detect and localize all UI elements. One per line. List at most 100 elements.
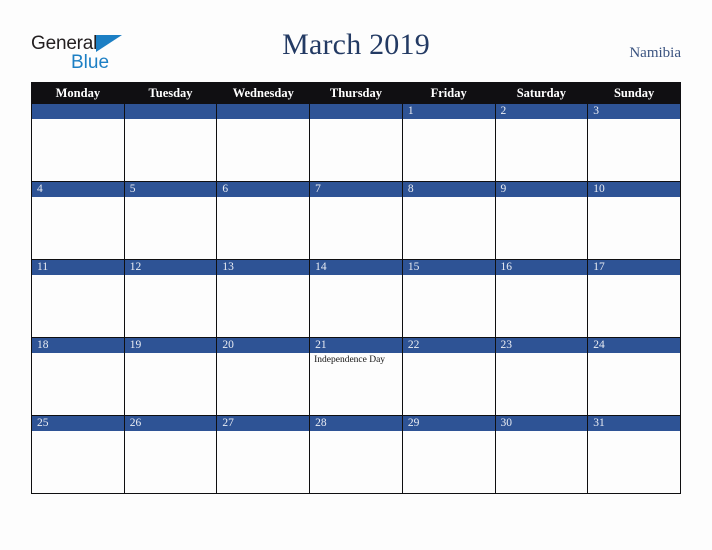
weekday-header-monday: Monday (31, 82, 125, 104)
day-number: 28 (310, 416, 402, 431)
day-cell-content: 20 (217, 338, 310, 415)
day-number: 16 (495, 260, 588, 275)
day-cell-content: 11 (32, 260, 124, 337)
calendar-day-cell[interactable]: 16 (494, 259, 589, 338)
calendar-day-cell[interactable]: 20 (216, 337, 311, 416)
calendar-day-cell[interactable]: 30 (494, 415, 589, 494)
calendar-page: General Blue March 2019 Namibia Monday T… (0, 0, 712, 550)
day-cell-content: 17 (588, 260, 680, 337)
day-number: 7 (310, 182, 402, 197)
calendar-body: 1 2 3 4 5 6 7 8 9 10 11 12 13 14 15 16 17 18 19 20 21 Indepen… (31, 103, 681, 494)
day-number: 21 (310, 338, 402, 353)
day-cell-content: 15 (402, 260, 495, 337)
calendar-day-cell[interactable]: 29 (401, 415, 496, 494)
day-cell-content (217, 104, 310, 181)
day-number: 31 (588, 416, 680, 431)
calendar-day-cell[interactable]: 21 Independence Day (309, 337, 403, 416)
calendar-week-row: 11 12 13 14 15 16 17 (31, 259, 681, 338)
day-cell-content: 22 (402, 338, 495, 415)
day-number: 22 (402, 338, 495, 353)
calendar-day-cell[interactable]: 19 (123, 337, 218, 416)
day-cell-content: 23 (495, 338, 588, 415)
day-cell-content: 25 (32, 416, 124, 493)
day-number (124, 104, 217, 119)
calendar-day-cell[interactable]: 3 (587, 103, 681, 182)
calendar-empty-cell (216, 103, 311, 182)
calendar-grid: Monday Tuesday Wednesday Thursday Friday… (31, 82, 681, 494)
calendar-day-cell[interactable]: 17 (587, 259, 681, 338)
event-label: Independence Day (314, 355, 386, 365)
weekday-header-saturday: Saturday (494, 82, 589, 104)
calendar-day-cell[interactable]: 10 (587, 181, 681, 260)
calendar-day-cell[interactable]: 27 (216, 415, 311, 494)
day-number: 30 (495, 416, 588, 431)
calendar-day-cell[interactable]: 15 (401, 259, 496, 338)
calendar-day-cell[interactable]: 14 (309, 259, 403, 338)
calendar-day-cell[interactable]: 12 (123, 259, 218, 338)
weekday-header-wednesday: Wednesday (216, 82, 311, 104)
day-cell-content: 1 (402, 104, 495, 181)
calendar-empty-cell (123, 103, 218, 182)
day-number: 23 (495, 338, 588, 353)
day-number: 17 (588, 260, 680, 275)
day-number: 8 (402, 182, 495, 197)
day-cell-content: 13 (217, 260, 310, 337)
day-number: 15 (402, 260, 495, 275)
day-cell-content (32, 104, 124, 181)
calendar-day-cell[interactable]: 1 (401, 103, 496, 182)
day-number: 4 (32, 182, 124, 197)
calendar-day-cell[interactable]: 8 (401, 181, 496, 260)
day-number: 11 (32, 260, 124, 275)
day-number: 19 (124, 338, 217, 353)
calendar-day-cell[interactable]: 6 (216, 181, 311, 260)
day-cell-content: 19 (124, 338, 217, 415)
day-cell-content: 8 (402, 182, 495, 259)
day-cell-content: 12 (124, 260, 217, 337)
calendar-day-cell[interactable]: 28 (309, 415, 403, 494)
day-cell-content (310, 104, 402, 181)
weekday-header-thursday: Thursday (309, 82, 403, 104)
calendar-day-cell[interactable]: 18 (31, 337, 125, 416)
day-cell-content: 5 (124, 182, 217, 259)
calendar-day-cell[interactable]: 22 (401, 337, 496, 416)
day-number: 9 (495, 182, 588, 197)
day-number: 29 (402, 416, 495, 431)
weekday-header-tuesday: Tuesday (123, 82, 218, 104)
day-cell-content: 31 (588, 416, 680, 493)
day-cell-content: 6 (217, 182, 310, 259)
day-number (310, 104, 402, 119)
calendar-week-row: 18 19 20 21 Independence Day 22 23 24 (31, 337, 681, 416)
calendar-day-cell[interactable]: 4 (31, 181, 125, 260)
calendar-day-cell[interactable]: 24 (587, 337, 681, 416)
day-cell-content: 4 (32, 182, 124, 259)
day-cell-content: 30 (495, 416, 588, 493)
day-cell-content (124, 104, 217, 181)
day-number: 14 (310, 260, 402, 275)
day-number (217, 104, 310, 119)
day-cell-content: 10 (588, 182, 680, 259)
calendar-day-cell[interactable]: 11 (31, 259, 125, 338)
day-number: 27 (217, 416, 310, 431)
page-title: March 2019 (282, 28, 430, 61)
day-cell-content: 14 (310, 260, 402, 337)
calendar-empty-cell (309, 103, 403, 182)
calendar-day-cell[interactable]: 7 (309, 181, 403, 260)
calendar-day-cell[interactable]: 31 (587, 415, 681, 494)
day-cell-content: 9 (495, 182, 588, 259)
calendar-empty-cell (31, 103, 125, 182)
calendar-day-cell[interactable]: 9 (494, 181, 589, 260)
calendar-day-cell[interactable]: 25 (31, 415, 125, 494)
day-cell-content: 28 (310, 416, 402, 493)
calendar-day-cell[interactable]: 2 (494, 103, 589, 182)
region-label: Namibia (629, 45, 681, 61)
day-cell-content: 3 (588, 104, 680, 181)
calendar-day-cell[interactable]: 5 (123, 181, 218, 260)
calendar-week-row: 123 (31, 103, 681, 182)
calendar-day-cell[interactable]: 26 (123, 415, 218, 494)
day-number: 18 (32, 338, 124, 353)
weekday-header-row: Monday Tuesday Wednesday Thursday Friday… (31, 82, 681, 104)
calendar-day-cell[interactable]: 23 (494, 337, 589, 416)
calendar-day-cell[interactable]: 13 (216, 259, 311, 338)
page-header: General Blue March 2019 Namibia (0, 0, 712, 82)
day-number: 20 (217, 338, 310, 353)
